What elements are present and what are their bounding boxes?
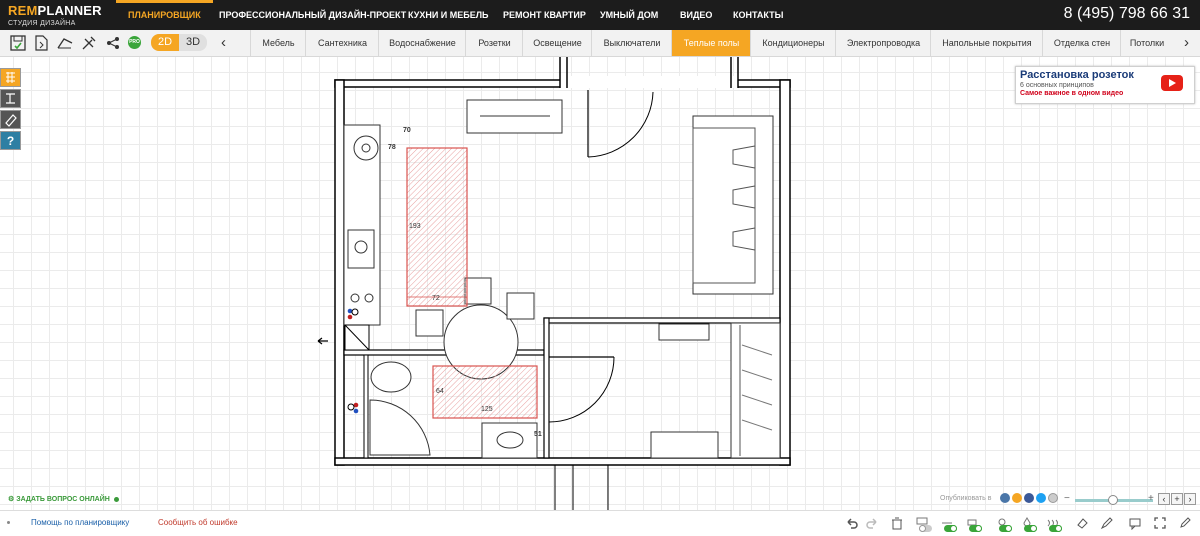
dim-label-193: 193 xyxy=(409,223,421,230)
dim-label-72: 72 xyxy=(432,295,440,302)
logo-subtitle: СТУДИЯ ДИЗАЙНА xyxy=(8,20,76,27)
twitter-icon[interactable] xyxy=(1036,493,1046,503)
paint-tool-button[interactable] xyxy=(0,110,21,129)
mode-3d-button[interactable]: 3D xyxy=(179,34,207,51)
nav-design-project[interactable]: ПРОФЕССИОНАЛЬНЫЙ ДИЗАЙН-ПРОЕКТ xyxy=(219,0,406,30)
zoom-plus[interactable]: + xyxy=(1148,493,1154,504)
open-file-icon[interactable] xyxy=(32,34,50,52)
category-furniture[interactable]: Мебель xyxy=(250,30,306,56)
nav-smart-home[interactable]: УМНЫЙ ДОМ xyxy=(600,0,658,30)
chat-icon: ⚙ xyxy=(8,496,17,503)
dim-label-125: 125 xyxy=(481,406,493,413)
furniture-toggle[interactable] xyxy=(969,525,982,532)
dim-label-78: 78 xyxy=(388,144,396,151)
comment-icon[interactable] xyxy=(1128,516,1142,530)
pencil-icon[interactable] xyxy=(1100,516,1114,530)
logo-brand-accent: REM xyxy=(8,3,38,18)
help-button[interactable]: ? xyxy=(0,131,21,150)
category-wall-finish[interactable]: Отделка стен xyxy=(1042,30,1121,56)
logo-brand: PLANNER xyxy=(37,3,102,18)
redo-icon[interactable] xyxy=(865,516,879,530)
mode-2d-button[interactable]: 2D xyxy=(151,34,179,51)
help-link[interactable]: Помощь по планировщику xyxy=(31,518,129,527)
category-wiring[interactable]: Электропроводка xyxy=(835,30,931,56)
fullscreen-icon[interactable] xyxy=(1153,516,1167,530)
nav-contacts[interactable]: КОНТАКТЫ xyxy=(733,0,783,30)
category-air-conditioners[interactable]: Кондиционеры xyxy=(750,30,836,56)
ok-icon[interactable] xyxy=(1012,493,1022,503)
category-sockets[interactable]: Розетки xyxy=(465,30,523,56)
category-flooring[interactable]: Напольные покрытия xyxy=(930,30,1043,56)
pro-badge[interactable]: PRO xyxy=(128,36,141,49)
more-share-icon[interactable] xyxy=(1048,493,1058,503)
publish-label: Опубликовать в xyxy=(940,495,992,502)
nav-renovation[interactable]: РЕМОНТ КВАРТИР xyxy=(503,0,586,30)
facebook-icon[interactable] xyxy=(1024,493,1034,503)
plan-canvas[interactable]: 70 78 193 72 64 125 51 xyxy=(0,57,1200,510)
floor-plan xyxy=(317,57,791,510)
fill-icon[interactable] xyxy=(1075,516,1089,530)
top-navigation: REMPLANNER СТУДИЯ ДИЗАЙНА ПЛАНИРОВЩИК ПР… xyxy=(0,0,1200,30)
category-next-arrow[interactable]: › xyxy=(1184,30,1189,56)
ad-subtitle: 6 основных принципов xyxy=(1020,82,1094,89)
ad-tagline: Самое важное в одном видео xyxy=(1020,90,1124,97)
zoom-slider-knob[interactable] xyxy=(1108,495,1118,505)
save-icon[interactable] xyxy=(9,34,27,52)
category-floor-heating[interactable]: Теплые полы xyxy=(671,30,751,56)
trash-icon[interactable] xyxy=(890,516,904,530)
pan-left-button[interactable]: ‹ xyxy=(1158,493,1170,505)
category-plumbing[interactable]: Сантехника xyxy=(305,30,379,56)
undo-icon[interactable] xyxy=(845,516,859,530)
tools-icon[interactable] xyxy=(80,34,98,52)
bullet-icon xyxy=(7,521,10,524)
phone-number[interactable]: 8 (495) 798 66 31 xyxy=(1064,5,1190,23)
play-icon[interactable] xyxy=(1161,75,1183,91)
nav-kitchens-furniture[interactable]: КУХНИ И МЕБЕЛЬ xyxy=(408,0,489,30)
edit-icon[interactable] xyxy=(1178,516,1192,530)
nav-video[interactable]: ВИДЕО xyxy=(680,0,712,30)
category-prev-arrow[interactable]: ‹ xyxy=(221,30,226,56)
electric-toggle[interactable] xyxy=(999,525,1012,532)
share-icon[interactable] xyxy=(104,34,122,52)
category-switches[interactable]: Выключатели xyxy=(591,30,672,56)
nav-planner[interactable]: ПЛАНИРОВЩИК xyxy=(116,0,213,30)
online-status-dot xyxy=(114,497,119,502)
ruler-tool-button[interactable] xyxy=(0,89,21,108)
logo[interactable]: REMPLANNER СТУДИЯ ДИЗАЙНА xyxy=(8,3,102,27)
dim-label-70: 70 xyxy=(403,127,411,134)
wall-view-toggle[interactable] xyxy=(919,525,932,532)
dim-label-51: 51 xyxy=(534,431,542,438)
category-water-supply[interactable]: Водоснабжение xyxy=(378,30,466,56)
walls-icon[interactable] xyxy=(56,34,74,52)
vk-icon[interactable] xyxy=(1000,493,1010,503)
ad-title: Расстановка розеток xyxy=(1020,69,1134,81)
dimensions-toggle[interactable] xyxy=(944,525,957,532)
grid-tool-button[interactable] xyxy=(0,68,21,87)
zoom-minus[interactable]: − xyxy=(1064,493,1070,504)
report-error-link[interactable]: Сообщить об ошибке xyxy=(158,518,238,527)
ask-question-label: ЗАДАТЬ ВОПРОС ОНЛАЙН xyxy=(16,496,110,503)
category-lighting[interactable]: Освещение xyxy=(522,30,592,56)
ask-question-online[interactable]: ⚙ ЗАДАТЬ ВОПРОС ОНЛАЙН xyxy=(8,495,110,503)
water-toggle[interactable] xyxy=(1024,525,1037,532)
category-ceilings[interactable]: Потолки xyxy=(1120,30,1173,56)
dim-label-64: 64 xyxy=(436,388,444,395)
pan-right-button[interactable]: › xyxy=(1184,493,1196,505)
heating-toggle[interactable] xyxy=(1049,525,1062,532)
pan-up-button[interactable]: + xyxy=(1171,493,1183,505)
